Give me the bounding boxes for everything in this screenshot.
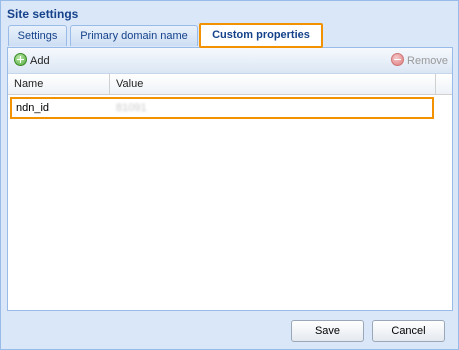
dialog-footer: Save Cancel	[1, 311, 458, 349]
plus-circle-icon	[14, 53, 27, 66]
remove-button[interactable]: Remove	[391, 53, 448, 68]
column-header-value[interactable]: Value	[110, 74, 436, 94]
grid-header: Name Value	[8, 74, 452, 95]
tab-primary-domain-name[interactable]: Primary domain name	[70, 25, 198, 46]
row-value-cell[interactable]: 81091	[116, 99, 147, 117]
grid-toolbar: Add Remove	[8, 48, 452, 74]
save-button[interactable]: Save	[291, 320, 364, 342]
site-settings-dialog: Site settings Settings Primary domain na…	[0, 0, 459, 350]
add-button[interactable]: Add	[14, 53, 50, 68]
row-name-cell[interactable]: ndn_id	[16, 99, 49, 117]
minus-circle-icon	[391, 53, 405, 66]
custom-properties-panel: Add Remove Name Value ndn_id 81091	[7, 48, 453, 311]
column-header-name[interactable]: Name	[8, 74, 110, 94]
cancel-button[interactable]: Cancel	[372, 320, 445, 342]
column-header-filler	[436, 74, 452, 94]
tab-custom-properties[interactable]: Custom properties	[199, 23, 323, 48]
tab-strip: Settings Primary domain name Custom prop…	[7, 22, 453, 48]
tab-settings[interactable]: Settings	[8, 25, 67, 46]
add-button-label: Add	[30, 55, 50, 67]
remove-button-label: Remove	[407, 55, 448, 67]
table-row[interactable]: ndn_id 81091	[10, 97, 434, 119]
dialog-title: Site settings	[7, 7, 79, 21]
